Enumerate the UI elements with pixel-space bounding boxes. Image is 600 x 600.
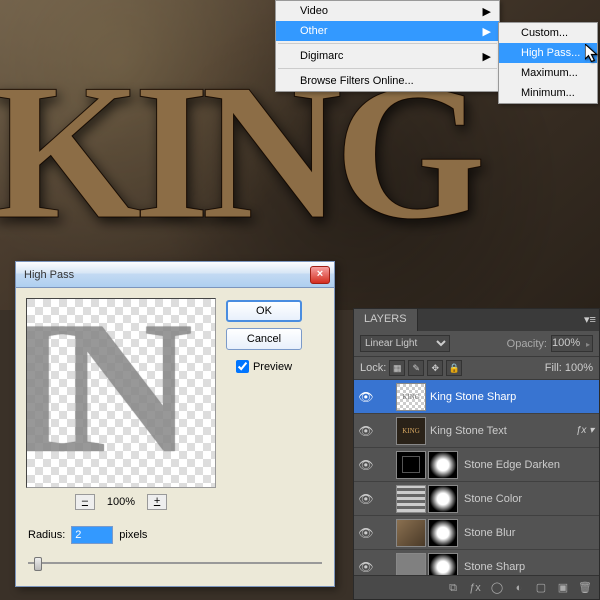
visibility-icon[interactable]: 👁 <box>354 560 378 574</box>
submenu-highpass[interactable]: High Pass... <box>499 43 597 63</box>
layer-mask-thumbnail[interactable] <box>428 451 458 479</box>
menu-separator <box>278 43 497 44</box>
blend-mode-select[interactable]: Linear Light <box>360 335 450 352</box>
opacity-label: Opacity: <box>507 338 547 350</box>
layer-mask-thumbnail[interactable] <box>428 485 458 513</box>
highpass-dialog: High Pass × IN – 100% + OK Cancel Previe… <box>15 261 335 587</box>
link-layers-icon[interactable]: ⧉ <box>443 579 463 597</box>
layer-row[interactable]: 👁 Stone Edge Darken <box>354 448 599 482</box>
visibility-icon[interactable]: 👁 <box>354 492 378 506</box>
submenu-arrow-icon: ▶ <box>483 5 491 18</box>
preview-label: Preview <box>253 361 292 373</box>
mask-icon[interactable]: ◯ <box>487 579 507 597</box>
visibility-icon[interactable]: 👁 <box>354 390 378 404</box>
layer-name[interactable]: King Stone Text <box>428 425 571 437</box>
panel-menu-icon[interactable]: ▾≡ <box>581 309 599 331</box>
other-submenu[interactable]: Custom... High Pass... Maximum... Minimu… <box>498 22 598 104</box>
fill-input[interactable]: 100% <box>565 362 593 374</box>
layer-name[interactable]: King Stone Sharp <box>428 391 599 403</box>
submenu-custom[interactable]: Custom... <box>499 23 597 43</box>
preview-checkbox-input[interactable] <box>236 360 249 373</box>
zoom-out-button[interactable]: – <box>75 494 95 510</box>
adjustment-icon[interactable]: ◐ <box>509 579 529 597</box>
menu-other[interactable]: Other▶ <box>276 21 499 41</box>
layer-thumbnail[interactable] <box>396 519 426 547</box>
radius-label: Radius: <box>28 529 65 541</box>
layer-row[interactable]: 👁 Stone Blur <box>354 516 599 550</box>
visibility-icon[interactable]: 👁 <box>354 526 378 540</box>
radius-slider[interactable] <box>28 554 322 572</box>
layer-row[interactable]: 👁 Stone Color <box>354 482 599 516</box>
layer-list[interactable]: 👁 King Stone Sharp 👁 King Stone Text ƒx … <box>354 380 599 576</box>
menu-browse-filters[interactable]: Browse Filters Online... <box>276 71 499 91</box>
lock-all-icon[interactable]: 🔒 <box>446 360 462 376</box>
zoom-in-button[interactable]: + <box>147 494 167 510</box>
layer-name[interactable]: Stone Sharp <box>462 561 599 573</box>
fill-label: Fill: <box>545 362 562 374</box>
opacity-input[interactable]: 100% <box>551 335 593 352</box>
layer-mask-thumbnail[interactable] <box>428 553 458 577</box>
layer-thumbnail[interactable] <box>396 451 426 479</box>
visibility-icon[interactable]: 👁 <box>354 424 378 438</box>
preview-checkbox[interactable]: Preview <box>236 360 292 373</box>
lock-position-icon[interactable]: ✥ <box>427 360 443 376</box>
radius-input[interactable] <box>71 526 113 544</box>
menu-video[interactable]: Video▶ <box>276 1 499 21</box>
close-button[interactable]: × <box>310 266 330 284</box>
mouse-cursor-icon <box>585 44 599 62</box>
filter-menu[interactable]: Video▶ Other▶ Digimarc▶ Browse Filters O… <box>275 0 500 92</box>
layer-row[interactable]: 👁 King Stone Sharp <box>354 380 599 414</box>
menu-separator <box>278 68 497 69</box>
slider-thumb[interactable] <box>34 557 42 571</box>
menu-digimarc[interactable]: Digimarc▶ <box>276 46 499 66</box>
dialog-titlebar[interactable]: High Pass × <box>16 262 334 288</box>
layer-thumbnail[interactable] <box>396 383 426 411</box>
layer-thumbnail[interactable] <box>396 417 426 445</box>
lock-paint-icon[interactable]: ✎ <box>408 360 424 376</box>
layer-mask-thumbnail[interactable] <box>428 519 458 547</box>
layer-thumbnail[interactable] <box>396 553 426 577</box>
submenu-arrow-icon: ▶ <box>483 25 491 38</box>
filter-preview[interactable]: IN <box>26 298 216 488</box>
layers-footer: ⧉ ƒx ◯ ◐ ▢ ▣ 🗑 <box>354 575 599 599</box>
layer-name[interactable]: Stone Color <box>462 493 599 505</box>
submenu-minimum[interactable]: Minimum... <box>499 83 597 103</box>
cancel-button[interactable]: Cancel <box>226 328 302 350</box>
submenu-maximum[interactable]: Maximum... <box>499 63 597 83</box>
layer-name[interactable]: Stone Edge Darken <box>462 459 599 471</box>
radius-unit: pixels <box>119 529 147 541</box>
fx-icon[interactable]: ƒx <box>465 579 485 597</box>
submenu-arrow-icon: ▶ <box>483 50 491 63</box>
visibility-icon[interactable]: 👁 <box>354 458 378 472</box>
lock-label: Lock: <box>360 362 386 374</box>
layer-name[interactable]: Stone Blur <box>462 527 599 539</box>
layers-tab[interactable]: LAYERS <box>354 309 418 331</box>
lock-transparency-icon[interactable]: ▦ <box>389 360 405 376</box>
layers-panel: LAYERS ▾≡ Linear Light Opacity: 100% Loc… <box>353 308 600 600</box>
dialog-title: High Pass <box>20 269 310 281</box>
new-layer-icon[interactable]: ▣ <box>553 579 573 597</box>
trash-icon[interactable]: 🗑 <box>575 579 595 597</box>
group-icon[interactable]: ▢ <box>531 579 551 597</box>
layer-thumbnail[interactable] <box>396 485 426 513</box>
layer-row[interactable]: 👁 Stone Sharp <box>354 550 599 576</box>
zoom-level: 100% <box>107 496 135 508</box>
layer-row[interactable]: 👁 King Stone Text ƒx ▾ <box>354 414 599 448</box>
ok-button[interactable]: OK <box>226 300 302 322</box>
fx-indicator[interactable]: ƒx ▾ <box>571 425 599 436</box>
preview-content: IN <box>26 298 178 488</box>
